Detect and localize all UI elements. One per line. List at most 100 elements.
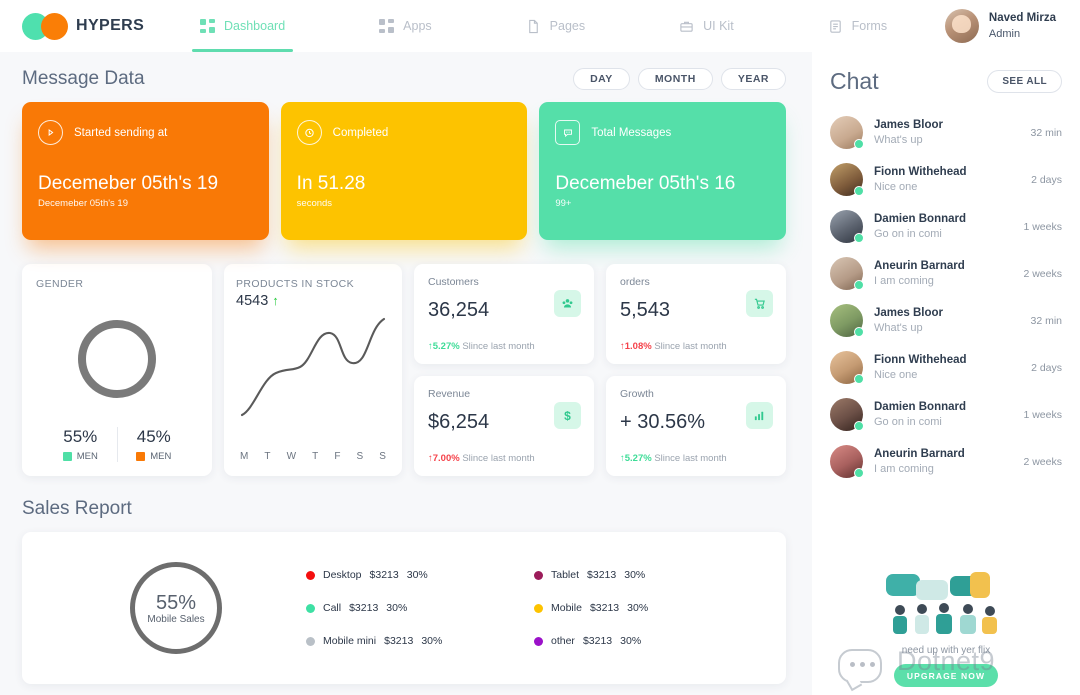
range-button-year[interactable]: YEAR bbox=[720, 68, 786, 90]
gender-swatch-icon bbox=[136, 452, 146, 461]
nav-item-dashboard[interactable]: Dashboard bbox=[190, 0, 295, 52]
profile-name: Naved Mirza bbox=[988, 12, 1056, 25]
stat-card-started-sending[interactable]: Started sending at Decemeber 05th's 19 D… bbox=[22, 102, 269, 240]
legend-label: Call bbox=[323, 602, 342, 614]
chat-name: Aneurin Barnard bbox=[874, 259, 965, 272]
stock-value: 4543 bbox=[236, 293, 269, 309]
stat-card-sub: 99+ bbox=[555, 198, 572, 209]
sales-legend: Desktop $3213 30% Tablet $3213 30% Call … bbox=[296, 569, 752, 647]
legend-dot-icon bbox=[306, 603, 315, 613]
upgrade-now-button[interactable]: UPGRAGE NOW bbox=[894, 664, 998, 687]
chat-time: 1 weeks bbox=[1023, 408, 1062, 421]
legend-item[interactable]: Desktop $3213 30% bbox=[306, 569, 524, 581]
legend-percent: 30% bbox=[406, 569, 428, 581]
kpi-card-revenue[interactable]: Revenue $6,254 ↑7.00% Slince last month … bbox=[414, 376, 594, 476]
day-label: T bbox=[264, 451, 271, 462]
sales-report-title: Sales Report bbox=[22, 498, 132, 519]
range-button-month[interactable]: MONTH bbox=[637, 68, 713, 90]
online-status-icon bbox=[854, 374, 864, 384]
stat-card-sub: Decemeber 05th's 19 bbox=[38, 198, 129, 209]
chat-time: 2 days bbox=[1031, 173, 1062, 186]
kpi-delta-note: Slince last month bbox=[654, 453, 727, 464]
list-item[interactable]: Damien Bonnard Go on in comi 1 weeks bbox=[830, 203, 1062, 250]
cart-icon bbox=[746, 290, 773, 317]
legend-percent: 30% bbox=[627, 602, 649, 614]
kpi-grid: Customers 36,254 ↑5.27% Slince last mont… bbox=[414, 264, 786, 476]
legend-amount: $3213 bbox=[349, 602, 379, 614]
list-item[interactable]: Damien Bonnard Go on in comi 1 weeks bbox=[830, 391, 1062, 438]
legend-amount: $3213 bbox=[582, 635, 613, 647]
list-item[interactable]: James Bloor What's up 32 min bbox=[830, 297, 1062, 344]
range-button-day[interactable]: DAY bbox=[573, 68, 630, 90]
kpi-delta-value: 5.27% bbox=[432, 341, 460, 352]
profile-menu[interactable]: Naved Mirza Admin bbox=[944, 9, 1080, 43]
stat-card-completed[interactable]: Completed In 51.28 seconds bbox=[280, 102, 528, 240]
kpi-card-orders[interactable]: orders 5,543 ↑1.08% Slince last month bbox=[606, 264, 786, 364]
avatar bbox=[830, 257, 864, 290]
list-item[interactable]: Aneurin Barnard I am coming 2 weeks bbox=[830, 250, 1062, 297]
legend-item[interactable]: Tablet $3213 30% bbox=[534, 569, 752, 581]
chat-message: I am coming bbox=[874, 463, 934, 476]
online-status-icon bbox=[854, 233, 864, 243]
chat-name: Damien Bonnard bbox=[874, 400, 967, 413]
stat-card-total-messages[interactable]: Total Messages Decemeber 05th's 16 99+ bbox=[539, 102, 787, 240]
chat-message: Go on in comi bbox=[874, 228, 942, 241]
see-all-button[interactable]: SEE ALL bbox=[987, 70, 1062, 93]
kpi-label: orders bbox=[620, 276, 650, 288]
form-icon bbox=[828, 19, 843, 34]
apps-grid-icon bbox=[379, 18, 394, 34]
legend-item[interactable]: Mobile $3213 30% bbox=[534, 602, 752, 614]
stat-card-label: Started sending at bbox=[74, 126, 168, 139]
legend-item[interactable]: Call $3213 30% bbox=[306, 602, 524, 614]
avatar bbox=[830, 351, 864, 384]
chat-message: Go on in comi bbox=[874, 416, 942, 429]
nav-item-apps[interactable]: Apps bbox=[369, 0, 442, 52]
online-status-icon bbox=[854, 327, 864, 337]
avatar bbox=[830, 304, 864, 337]
legend-dot-icon bbox=[306, 636, 315, 646]
chat-title: Chat bbox=[830, 68, 879, 94]
nav-item-pages[interactable]: Pages bbox=[516, 0, 595, 52]
chat-message: Nice one bbox=[874, 369, 918, 382]
nav-item-forms[interactable]: Forms bbox=[818, 0, 897, 52]
legend-item[interactable]: Mobile mini $3213 30% bbox=[306, 635, 524, 647]
kpi-label: Revenue bbox=[428, 388, 471, 400]
chat-time: 32 min bbox=[1030, 314, 1062, 327]
kpi-card-customers[interactable]: Customers 36,254 ↑5.27% Slince last mont… bbox=[414, 264, 594, 364]
promo-text-line2: yer flix bbox=[961, 644, 991, 656]
legend-amount: $3213 bbox=[587, 569, 617, 581]
day-label: W bbox=[286, 451, 297, 462]
chat-time: 2 weeks bbox=[1023, 267, 1062, 280]
chat-time: 2 weeks bbox=[1023, 455, 1062, 468]
day-label: S bbox=[356, 451, 364, 462]
nav-label-dashboard: Dashboard bbox=[224, 19, 286, 33]
chat-message: What's up bbox=[874, 322, 923, 335]
list-item[interactable]: Fionn Withehead Nice one 2 days bbox=[830, 344, 1062, 391]
brand-logo[interactable]: HYPERS bbox=[0, 12, 168, 40]
stat-card-sub: seconds bbox=[296, 198, 333, 209]
sales-report-header: Sales Report bbox=[22, 498, 786, 520]
list-item[interactable]: James Bloor What's up 32 min bbox=[830, 109, 1062, 156]
online-status-icon bbox=[854, 468, 864, 478]
gender-percent: 55% bbox=[63, 427, 98, 446]
briefcase-icon bbox=[679, 19, 694, 34]
avatar bbox=[830, 210, 864, 243]
legend-amount: $3213 bbox=[589, 602, 620, 614]
legend-percent: 30% bbox=[624, 569, 646, 581]
list-item[interactable]: Aneurin Barnard I am coming 2 weeks bbox=[830, 438, 1062, 485]
chat-name: Aneurin Barnard bbox=[874, 447, 965, 460]
nav-items: Dashboard Apps Pages UI Kit Forms bbox=[168, 0, 945, 52]
kpi-card-growth[interactable]: Growth + 30.56% ↑5.27% Slince last month bbox=[606, 376, 786, 476]
stat-card-label: Total Messages bbox=[591, 126, 672, 139]
chat-time: 32 min bbox=[1030, 126, 1062, 139]
body-wrapper: Message Data DAY MONTH YEAR Started send… bbox=[0, 52, 1080, 695]
legend-dot-icon bbox=[534, 603, 543, 613]
nav-item-ui-kit[interactable]: UI Kit bbox=[669, 0, 744, 52]
brand-name: HYPERS bbox=[76, 17, 145, 34]
kpi-delta-note: Slince last month bbox=[462, 453, 535, 464]
chat-name: Fionn Withehead bbox=[874, 353, 967, 366]
list-item[interactable]: Fionn Withehead Nice one 2 days bbox=[830, 156, 1062, 203]
legend-item[interactable]: other $3213 30% bbox=[534, 635, 752, 647]
kpi-delta-note: Slince last month bbox=[654, 341, 727, 352]
chat-name: Fionn Withehead bbox=[874, 165, 967, 178]
